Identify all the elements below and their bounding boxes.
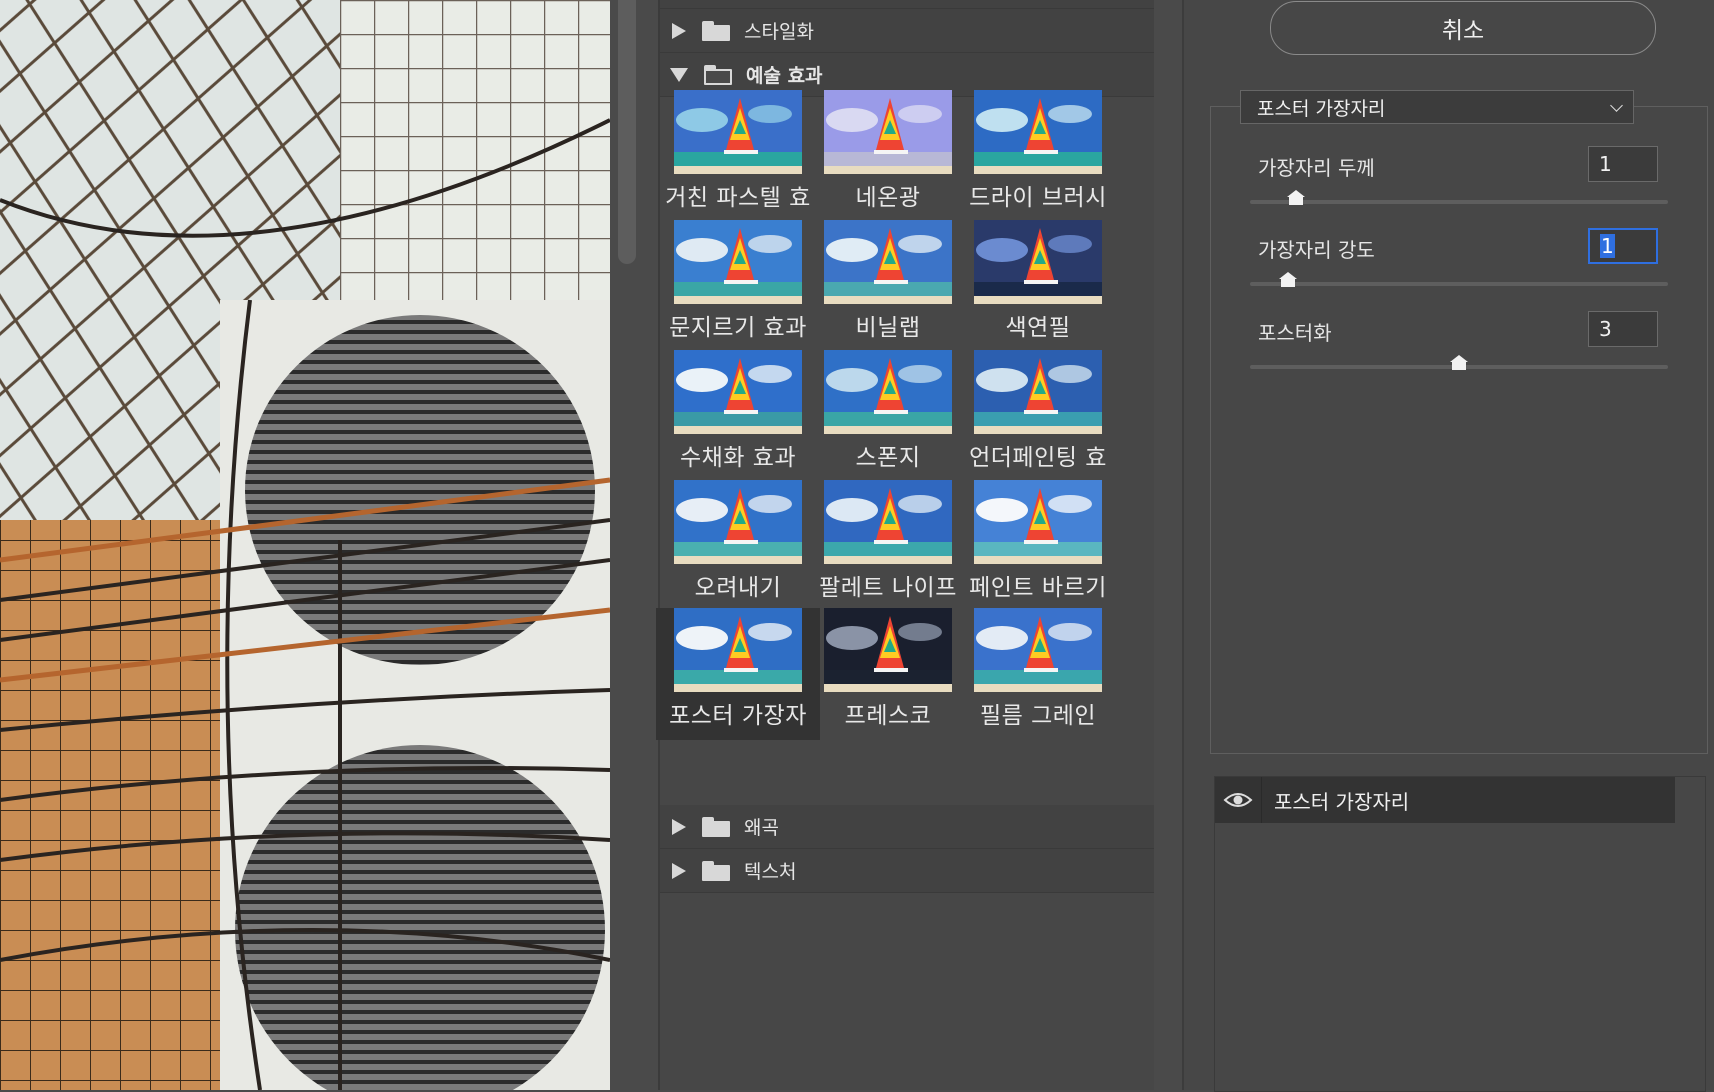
expand-arrow-icon[interactable] [672, 22, 686, 39]
folder-open-icon [704, 64, 732, 85]
param-value: 3 [1599, 317, 1612, 341]
effect-layers-panel: 포스터 가장자리 [1214, 776, 1706, 1092]
filter-thumb-image [974, 90, 1102, 174]
filter-thumb-label: 드라이 브러시 [969, 185, 1107, 211]
effect-layer-row[interactable]: 포스터 가장자리 [1215, 777, 1675, 823]
param-label: 가장자리 두께 [1258, 156, 1375, 180]
filter-thumb-image [824, 90, 952, 174]
category-row-top-edge [660, 0, 1154, 9]
filter-settings-panel: 취소 포스터 가장자리 가장자리 두께 1 가장자리 강도 1 포스터화 3 포스터 가장… [1182, 0, 1714, 1092]
filter-thumb[interactable]: 페인트 바르기 [956, 480, 1120, 622]
param-slider-track[interactable] [1250, 355, 1668, 370]
cancel-button[interactable]: 취소 [1270, 1, 1656, 55]
filter-thumb-label: 네온광 [855, 185, 921, 211]
folder-icon [702, 816, 730, 837]
chevron-down-icon [1610, 99, 1623, 112]
effect-layer-name: 포스터 가장자리 [1274, 789, 1410, 814]
slider-handle-icon[interactable] [1278, 272, 1297, 288]
category-label: 예술 효과 [746, 65, 823, 87]
filter-thumb-label: 필름 그레인 [979, 703, 1097, 729]
filter-thumb-image [974, 350, 1102, 434]
preview-scrollbar[interactable] [618, 0, 636, 264]
filter-thumb[interactable]: 수채화 효과 [656, 350, 820, 492]
category-texture[interactable]: 텍스처 [660, 849, 1154, 893]
filter-thumb[interactable]: 거친 파스텔 효 [656, 90, 820, 232]
filter-thumb[interactable]: 드라이 브러시 [956, 90, 1120, 232]
filter-gallery-panel: 스타일화 예술 효과 거친 파스텔 효 네온광 드라이 브러시문지르기 효과 비닐랩 색… [656, 0, 1154, 1090]
filter-thumb-label: 비닐랩 [855, 315, 921, 341]
param-value-input[interactable]: 1 [1588, 228, 1658, 264]
category-label: 스타일화 [744, 21, 814, 43]
preview-canvas[interactable] [0, 0, 610, 1090]
category-label: 왜곡 [744, 817, 779, 839]
preview-image [0, 0, 610, 1090]
filter-thumb-image [824, 350, 952, 434]
filter-thumb[interactable]: 언더페인팅 효 [956, 350, 1120, 492]
collapse-arrow-icon[interactable] [670, 67, 688, 82]
filter-thumb[interactable]: 네온광 [806, 90, 970, 232]
filter-thumb-image [674, 608, 802, 692]
param-slider-track[interactable] [1250, 272, 1668, 287]
param-value: 1 [1600, 234, 1615, 258]
filter-thumb-image [974, 480, 1102, 564]
filter-thumb-label: 언더페인팅 효 [969, 445, 1107, 471]
category-label: 텍스처 [744, 861, 797, 883]
filter-thumb[interactable]: 필름 그레인 [956, 608, 1120, 750]
filter-thumb-label: 문지르기 효과 [669, 315, 807, 341]
filter-thumb[interactable]: 포스터 가장자 [656, 608, 820, 740]
category-stylize[interactable]: 스타일화 [660, 9, 1154, 53]
expand-arrow-icon[interactable] [672, 818, 686, 835]
filter-thumb-image [824, 480, 952, 564]
filter-thumb[interactable]: 문지르기 효과 [656, 220, 820, 362]
filter-thumb-image [974, 220, 1102, 304]
expand-arrow-icon[interactable] [672, 862, 686, 879]
filter-thumb[interactable]: 오려내기 [656, 480, 820, 622]
param-slider-track[interactable] [1250, 190, 1668, 205]
filter-thumb-image [824, 220, 952, 304]
param-label: 가장자리 강도 [1258, 238, 1375, 262]
filter-thumb-label: 팔레트 나이프 [819, 575, 957, 601]
slider-handle-icon[interactable] [1286, 190, 1305, 206]
folder-icon [702, 20, 730, 41]
folder-icon [702, 860, 730, 881]
filter-thumb-label: 색연필 [1005, 315, 1071, 341]
filter-thumb-label: 포스터 가장자 [669, 703, 807, 729]
slider-handle-icon[interactable] [1450, 355, 1468, 371]
param-value-input[interactable]: 3 [1588, 311, 1658, 347]
category-distort[interactable]: 왜곡 [660, 805, 1154, 849]
filter-thumb-label: 오려내기 [694, 575, 782, 601]
filter-thumb[interactable]: 팔레트 나이프 [806, 480, 970, 622]
filter-thumb-image [674, 220, 802, 304]
filter-thumb-image [674, 480, 802, 564]
filter-thumb[interactable]: 색연필 [956, 220, 1120, 362]
filter-thumb-label: 거친 파스텔 효 [665, 185, 811, 211]
filter-thumb-image [674, 90, 802, 174]
filter-select-dropdown[interactable]: 포스터 가장자리 [1240, 90, 1634, 124]
filter-thumb[interactable]: 스폰지 [806, 350, 970, 492]
filter-thumb-label: 페인트 바르기 [969, 575, 1107, 601]
param-label: 포스터화 [1258, 321, 1332, 345]
filter-select-value: 포스터 가장자리 [1257, 97, 1386, 120]
filter-thumb-image [824, 608, 952, 692]
filter-thumb-label: 스폰지 [855, 445, 921, 471]
param-value: 1 [1599, 152, 1612, 176]
filter-thumb-label: 프레스코 [844, 703, 932, 729]
filter-thumb[interactable]: 비닐랩 [806, 220, 970, 362]
filter-thumb-image [974, 608, 1102, 692]
filter-thumb-image [674, 350, 802, 434]
filter-thumb[interactable]: 프레스코 [806, 608, 970, 750]
eye-icon[interactable] [1215, 777, 1262, 823]
filter-thumb-label: 수채화 효과 [679, 445, 797, 471]
param-value-input[interactable]: 1 [1588, 146, 1658, 182]
